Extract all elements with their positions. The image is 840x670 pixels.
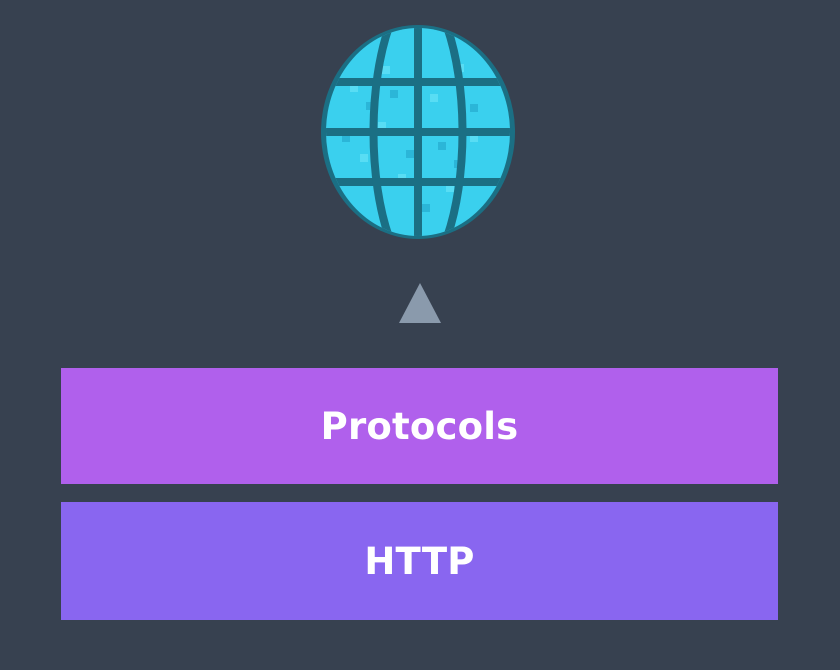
layer-protocols: Protocols	[61, 368, 778, 484]
diagram-canvas: Protocols HTTP	[0, 0, 840, 670]
globe-icon	[320, 24, 516, 240]
arrow-up-icon	[399, 283, 441, 323]
layer-http: HTTP	[61, 502, 778, 620]
